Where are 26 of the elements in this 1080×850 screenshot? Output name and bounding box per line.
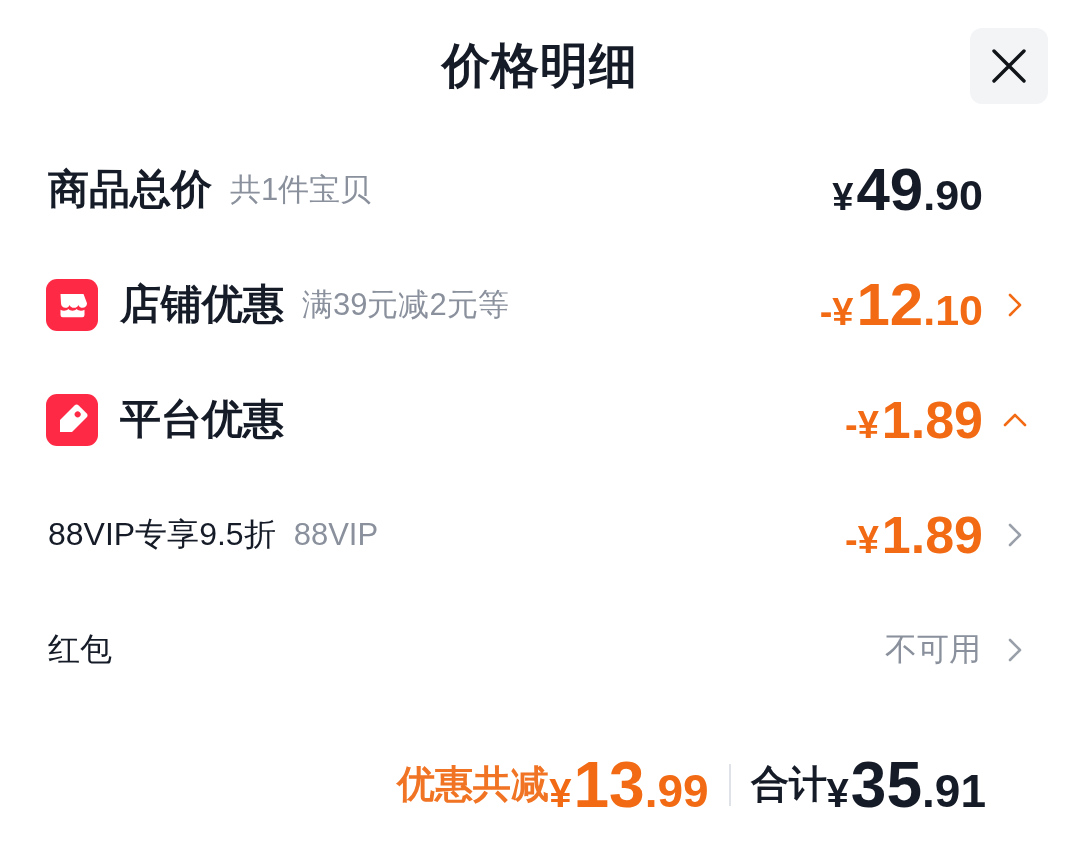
chevron-right-icon[interactable] — [1008, 637, 1022, 662]
chevron-right-icon[interactable] — [1008, 292, 1022, 317]
total-label: 合计 — [750, 762, 827, 806]
storefront-icon — [46, 278, 98, 331]
price-amount: -¥1.89 — [845, 508, 983, 561]
row-note: 共1件宝贝 — [230, 170, 372, 209]
row-label: 平台优惠 — [120, 394, 284, 444]
discount-total-amount: ¥13.99 — [549, 753, 709, 817]
row-label: 店铺优惠 — [120, 279, 284, 329]
chevron-right-icon[interactable] — [1008, 522, 1022, 547]
row-note: 满39元减2元等 — [302, 285, 509, 324]
close-button[interactable] — [970, 28, 1048, 104]
price-amount: -¥1.89 — [845, 393, 983, 446]
close-icon — [992, 49, 1026, 83]
row-label: 88VIP专享9.5折 — [48, 515, 276, 554]
discount-total-label: 优惠共减 — [397, 762, 550, 806]
price-amount: ¥49.90 — [832, 159, 983, 220]
price-tag-icon — [46, 393, 98, 446]
price-amount: -¥12.10 — [819, 274, 983, 335]
row-note: 88VIP — [293, 515, 379, 554]
row-label: 红包 — [48, 630, 112, 669]
row-label: 商品总价 — [48, 164, 212, 214]
status-text: 不可用 — [885, 630, 981, 669]
chevron-up-icon[interactable] — [1003, 412, 1027, 427]
sheet-title: 价格明细 — [442, 38, 638, 95]
total-amount: ¥35.91 — [826, 753, 986, 817]
